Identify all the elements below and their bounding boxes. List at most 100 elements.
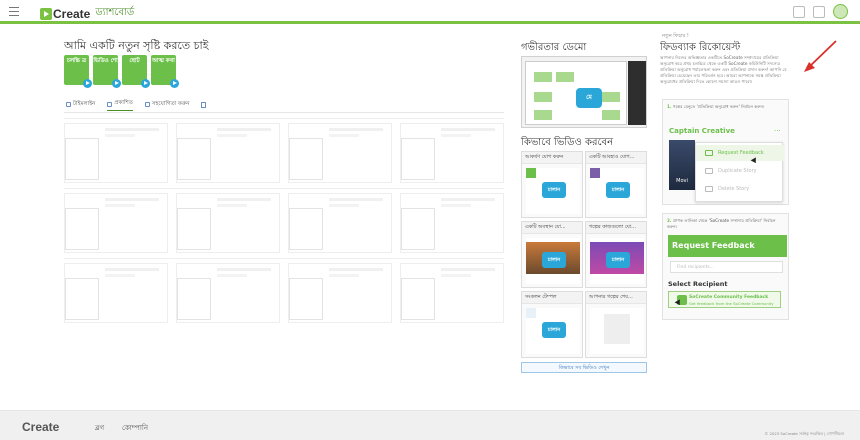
brand-text: Create bbox=[53, 6, 91, 21]
story-card-placeholder bbox=[176, 263, 280, 323]
feedback-icon bbox=[705, 150, 713, 156]
copyright-text: © 2023 SoCreate সর্বস্বত্ব সংরক্ষিত | গো… bbox=[764, 431, 844, 436]
story-card-placeholder bbox=[176, 193, 280, 253]
dashboard-label: ড্যাশবোর্ড bbox=[95, 7, 135, 18]
create-title: আমি একটি নতুন সৃষ্টি করতে চাই bbox=[64, 39, 209, 52]
tab-timeline[interactable]: টাইমলাইন bbox=[66, 101, 95, 111]
request-feedback-header: Request Feedback bbox=[668, 235, 787, 257]
story-card-placeholder bbox=[288, 123, 392, 183]
video-title: গল্পের কাজগুলো যো... bbox=[586, 222, 646, 234]
howto-video[interactable]: আকর্ষণ যোগ করুন চালান bbox=[521, 151, 583, 218]
socreate-logo[interactable]: Create ড্যাশবোর্ড bbox=[40, 5, 134, 22]
top-header: Create ড্যাশবোর্ড bbox=[0, 0, 860, 24]
play-icon bbox=[83, 79, 92, 88]
collaborate-icon bbox=[144, 102, 150, 107]
tab-label: প্রকাশিত bbox=[114, 100, 133, 106]
story-card-placeholder bbox=[288, 263, 392, 323]
refresh-icon bbox=[66, 102, 71, 107]
play-icon bbox=[141, 79, 150, 88]
story-poster: Movi bbox=[669, 140, 695, 190]
howto-title: কিভাবে ভিডিও করবেন bbox=[521, 137, 614, 148]
step-1-text: 1. গল্পের মেনুতে 'প্রতিক্রিয়া অনুরোধ কর… bbox=[667, 104, 765, 109]
tabs-divider bbox=[64, 112, 504, 113]
avatar[interactable] bbox=[833, 4, 848, 19]
tile-tv-show[interactable]: ভিডিও শো bbox=[93, 55, 121, 88]
tile-label: আত্ম কথা bbox=[152, 58, 175, 64]
story-card-placeholder bbox=[400, 263, 504, 323]
feedback-description: আপনার নিজের অভিজ্ঞতার একটিতে SoCreate সম… bbox=[660, 55, 787, 84]
story-row bbox=[64, 188, 504, 254]
trash-icon bbox=[705, 186, 713, 192]
document-icon bbox=[107, 101, 113, 107]
header-icons bbox=[793, 4, 848, 19]
video-title: একটি অবস্থান যো... bbox=[522, 222, 582, 234]
recipient-name: SoCreate Community Feedback bbox=[689, 295, 769, 300]
logo-mark bbox=[40, 7, 52, 20]
see-all-videos-link[interactable]: কিভাবে সব ভিডিও দেখুন bbox=[521, 362, 647, 373]
howto-video[interactable]: গল্পের কাজগুলো যো... চালান bbox=[585, 221, 647, 288]
tab-published[interactable]: প্রকাশিত bbox=[107, 100, 133, 111]
story-row bbox=[64, 118, 504, 184]
story-card-placeholder bbox=[64, 123, 168, 183]
play-button[interactable]: চালান bbox=[542, 322, 566, 338]
play-button[interactable]: চালান bbox=[542, 182, 566, 198]
select-recipient-label: Select Recipient bbox=[668, 280, 728, 288]
tile-label: ভিডিও শো bbox=[93, 58, 118, 64]
story-card-placeholder bbox=[64, 193, 168, 253]
more-options-icon[interactable]: ··· bbox=[774, 127, 781, 135]
play-icon bbox=[170, 79, 179, 88]
recipient-search-input[interactable]: Find recipients... bbox=[670, 261, 783, 273]
menu-item-duplicate-story[interactable]: Duplicate Story bbox=[696, 163, 784, 179]
trash-icon bbox=[201, 101, 207, 108]
story-card-placeholder bbox=[176, 123, 280, 183]
footer-link-blog[interactable]: ব্লগ bbox=[95, 422, 104, 434]
tab-trash[interactable] bbox=[201, 101, 207, 110]
feedback-step-1: 1. গল্পের মেনুতে 'প্রতিক্রিয়া অনুরোধ কর… bbox=[662, 99, 789, 205]
tile-label: ছোট bbox=[129, 58, 140, 64]
recipient-option[interactable]: SoCreate Community Feedback Get feedback… bbox=[668, 291, 781, 308]
tab-collaborate[interactable]: সহযোগিতা করুন bbox=[144, 100, 190, 111]
story-card-placeholder bbox=[64, 263, 168, 323]
recipient-subtitle: Get feedback from the SoCreate Community bbox=[689, 301, 774, 306]
tab-label: সহযোগিতা করুন bbox=[151, 100, 190, 107]
tile-autobiography[interactable]: আত্ম কথা bbox=[151, 55, 179, 88]
play-button[interactable]: চালান bbox=[542, 252, 566, 268]
tile-short[interactable]: ছোট bbox=[122, 55, 150, 88]
story-card-placeholder bbox=[400, 193, 504, 253]
story-context-menu: Request Feedback Duplicate Story Delete … bbox=[695, 142, 784, 202]
howto-video[interactable]: একটি আবহাও যোগ... চালান bbox=[585, 151, 647, 218]
tile-label: চলচ্চি ত্র bbox=[66, 58, 86, 64]
play-button[interactable]: চালান bbox=[606, 182, 630, 198]
menu-item-request-feedback[interactable]: Request Feedback bbox=[696, 145, 784, 161]
video-title: আকর্ষণ যোগ করুন bbox=[522, 152, 582, 164]
demo-title: গভীরতার ডেমো bbox=[521, 42, 587, 53]
demo-video[interactable]: মে bbox=[521, 56, 647, 128]
story-row bbox=[64, 258, 504, 324]
hamburger-icon[interactable] bbox=[9, 7, 19, 16]
howto-video[interactable]: একটি অবস্থান যো... চালান bbox=[521, 221, 583, 288]
play-button[interactable]: মে bbox=[576, 88, 602, 108]
video-title: সংকলন টেম্পল bbox=[522, 292, 582, 304]
story-tabs: টাইমলাইন প্রকাশিত সহযোগিতা করুন bbox=[66, 100, 207, 111]
menu-item-delete-story[interactable]: Delete Story bbox=[696, 181, 784, 197]
story-card-placeholder bbox=[288, 193, 392, 253]
story-title: Captain Creative bbox=[669, 127, 735, 135]
footer-logo[interactable]: Create bbox=[22, 420, 59, 434]
presenter-camera bbox=[628, 61, 646, 125]
demo-screen: মে bbox=[525, 61, 627, 125]
video-title: একটি আবহাও যোগ... bbox=[586, 152, 646, 164]
step-2-text: 2. প্রাপক তালিকা থেকে 'SoCreate সম্প্রদা… bbox=[667, 218, 776, 229]
tab-label: টাইমলাইন bbox=[73, 100, 96, 107]
community-icon[interactable] bbox=[813, 5, 825, 18]
howto-video[interactable]: সংকলন টেম্পল চালান bbox=[521, 291, 583, 358]
howto-video[interactable]: আপনার গল্পের শেয়... bbox=[585, 291, 647, 358]
apps-icon[interactable] bbox=[793, 5, 805, 18]
play-button[interactable]: চালান bbox=[606, 252, 630, 268]
story-card-placeholder bbox=[400, 123, 504, 183]
tile-movie[interactable]: চলচ্চি ত্র bbox=[64, 55, 92, 88]
footer: Create ব্লগ কোম্পানি © 2023 SoCreate সর্… bbox=[0, 410, 860, 440]
footer-link-company[interactable]: কোম্পানি bbox=[122, 422, 148, 434]
play-icon bbox=[112, 79, 121, 88]
create-tiles: চলচ্চি ত্র ভিডিও শো ছোট আত্ম কথা bbox=[64, 55, 179, 88]
red-arrow-icon bbox=[804, 40, 837, 72]
